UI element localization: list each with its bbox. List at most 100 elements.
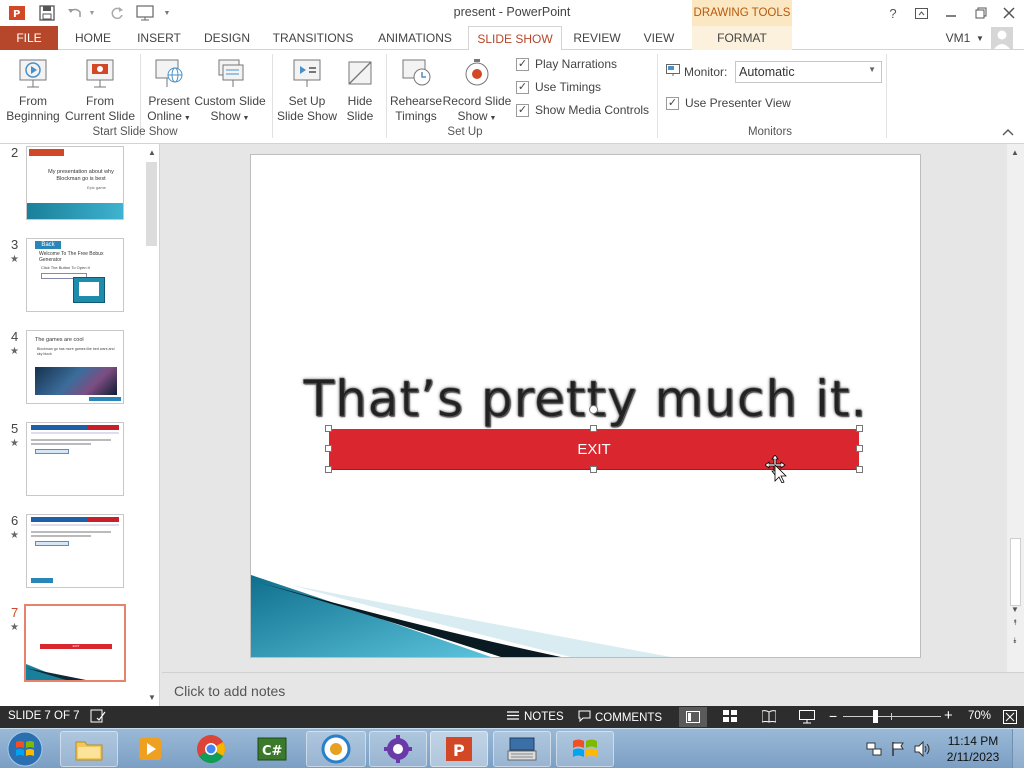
network-icon[interactable] — [866, 741, 882, 760]
account-dropdown-icon[interactable]: ▼ — [974, 26, 986, 50]
thumbnail-scrollbar[interactable]: ▲ ▼ — [144, 144, 159, 706]
thumbnail-slide-5[interactable] — [26, 422, 124, 496]
chevron-down-icon: ▼ — [868, 65, 876, 74]
notes-button[interactable]: NOTES — [507, 710, 564, 724]
zoom-out-icon[interactable]: − — [829, 708, 837, 724]
spelling-check-icon[interactable] — [90, 709, 106, 727]
csharp-icon: C# — [257, 737, 287, 761]
account-name[interactable]: VM1 — [940, 26, 976, 50]
rehearse-label-2: Timings — [395, 109, 437, 123]
thumbnail-slide-6[interactable] — [26, 514, 124, 588]
volume-icon[interactable] — [914, 740, 932, 760]
tab-home[interactable]: HOME — [64, 26, 122, 50]
normal-view-icon[interactable] — [679, 707, 707, 727]
use-presenter-view-checkbox[interactable]: ✓ Use Presenter View — [666, 96, 791, 110]
rehearse-timings-button[interactable]: Rehearse Timings — [388, 54, 444, 124]
avatar[interactable] — [990, 26, 1014, 50]
selection-handle[interactable] — [325, 466, 332, 473]
taskbar-chrome[interactable] — [182, 731, 240, 767]
notes-pane[interactable]: Click to add notes — [162, 672, 1024, 706]
start-button[interactable] — [4, 730, 46, 768]
taskbar-powerpoint[interactable]: P — [430, 731, 488, 767]
taskbar-file-explorer[interactable] — [60, 731, 118, 767]
tab-transitions[interactable]: TRANSITIONS — [264, 26, 362, 50]
slide-canvas[interactable]: That’s pretty much it. EXIT — [250, 154, 921, 658]
tab-design[interactable]: DESIGN — [196, 26, 258, 50]
show-desktop-button[interactable] — [1012, 729, 1024, 768]
custom-slide-show-button[interactable]: Custom Slide Show ▼ — [194, 54, 266, 126]
thumbnail-2-subtitle: Epic game — [87, 185, 106, 190]
scrollbar-thumb[interactable] — [1010, 538, 1021, 606]
selection-handle[interactable] — [590, 466, 597, 473]
hide-slide-button[interactable]: Hide Slide — [340, 54, 380, 124]
notes-placeholder[interactable]: Click to add notes — [174, 683, 285, 699]
monitor-select[interactable]: Automatic ▼ — [735, 61, 882, 83]
taskbar-on-screen-keyboard[interactable] — [493, 731, 551, 767]
tab-animations[interactable]: ANIMATIONS — [368, 26, 462, 50]
from-current-slide-button[interactable]: From Current Slide — [64, 54, 136, 124]
tab-file[interactable]: FILE — [0, 26, 58, 50]
slide-title[interactable]: That’s pretty much it. — [251, 370, 920, 429]
slide-scrollbar[interactable]: ▲ ▼ ⯭ ⯯ — [1007, 144, 1024, 672]
thumbnail-slide-3[interactable]: Back Welcome To The Free Bobux Generator… — [26, 238, 124, 312]
zoom-in-icon[interactable]: + — [944, 707, 953, 724]
collapse-ribbon-icon[interactable] — [1002, 126, 1016, 138]
record-slide-show-button[interactable]: Record Slide Show ▼ — [442, 54, 512, 126]
zoom-level[interactable]: 70% — [968, 710, 991, 722]
selection-handle[interactable] — [590, 425, 597, 432]
previous-slide-icon[interactable]: ⯭ — [1007, 616, 1023, 630]
selection-handle[interactable] — [856, 466, 863, 473]
action-center-icon[interactable] — [890, 741, 906, 760]
restore-icon[interactable] — [968, 2, 994, 24]
comments-button[interactable]: COMMENTS — [578, 710, 662, 725]
window-title: present - PowerPoint — [453, 5, 571, 19]
tab-view[interactable]: VIEW — [632, 26, 686, 50]
taskbar-media-player[interactable] — [121, 731, 179, 767]
scroll-down-icon[interactable]: ▼ — [144, 690, 160, 704]
selection-handle[interactable] — [856, 425, 863, 432]
scrollbar-thumb[interactable] — [146, 162, 157, 246]
use-timings-checkbox[interactable]: ✓ Use Timings — [516, 80, 601, 94]
help-button[interactable]: ? — [880, 2, 906, 24]
selection-handle[interactable] — [856, 445, 863, 452]
folder-icon — [75, 741, 103, 761]
ribbon-display-options-icon[interactable] — [908, 2, 934, 24]
ribbon-separator — [272, 54, 273, 138]
thumbnail-slide-2[interactable]: My presentation about why Blockman go is… — [26, 146, 124, 220]
minimize-icon[interactable] — [938, 2, 964, 24]
fit-slide-icon[interactable] — [1003, 710, 1017, 727]
setup-label-1: Set Up — [288, 94, 326, 108]
taskbar-windows-app[interactable] — [556, 731, 614, 767]
set-up-slide-show-button[interactable]: Set Up Slide Show — [276, 54, 338, 124]
thumbnail-slide-7[interactable]: EXIT — [24, 604, 126, 682]
show-media-controls-checkbox[interactable]: ✓ Show Media Controls — [516, 103, 649, 117]
taskbar-unknown-app[interactable] — [306, 731, 366, 767]
tab-insert[interactable]: INSERT — [128, 26, 190, 50]
system-clock[interactable]: 11:14 PM 2/11/2023 — [940, 733, 1006, 765]
selection-handle[interactable] — [325, 425, 332, 432]
taskbar-csharp-editor[interactable]: C# — [243, 731, 301, 767]
tab-review[interactable]: REVIEW — [568, 26, 626, 50]
scroll-up-icon[interactable]: ▲ — [1007, 145, 1023, 159]
reading-view-icon[interactable] — [761, 710, 777, 726]
scroll-up-icon[interactable]: ▲ — [144, 145, 160, 159]
next-slide-icon[interactable]: ⯯ — [1007, 634, 1023, 648]
from-beginning-button[interactable]: From Beginning — [4, 54, 62, 124]
scroll-down-icon[interactable]: ▼ — [1007, 602, 1023, 616]
present-online-button[interactable]: Present Online ▼ — [144, 54, 194, 126]
tab-slide-show[interactable]: SLIDE SHOW — [468, 26, 562, 51]
zoom-slider-thumb[interactable] — [873, 710, 878, 723]
zoom-slider[interactable] — [843, 716, 941, 717]
taskbar-gear-app[interactable] — [369, 731, 427, 767]
thumbnail-number: 5 — [11, 421, 19, 436]
slide-show-view-icon[interactable] — [799, 710, 815, 727]
play-narrations-checkbox[interactable]: ✓ Play Narrations — [516, 57, 617, 71]
rotate-handle-icon[interactable] — [589, 405, 598, 414]
hide-slide-label-2: Slide — [346, 109, 374, 123]
tab-format[interactable]: FORMAT — [692, 26, 792, 50]
thumbnail-slide-4[interactable]: The games are cool Blockman go has more … — [26, 330, 124, 404]
record-label-1: Record Slide — [442, 94, 512, 108]
slide-sorter-icon[interactable] — [723, 710, 737, 726]
selection-handle[interactable] — [325, 445, 332, 452]
close-icon[interactable] — [996, 2, 1022, 24]
